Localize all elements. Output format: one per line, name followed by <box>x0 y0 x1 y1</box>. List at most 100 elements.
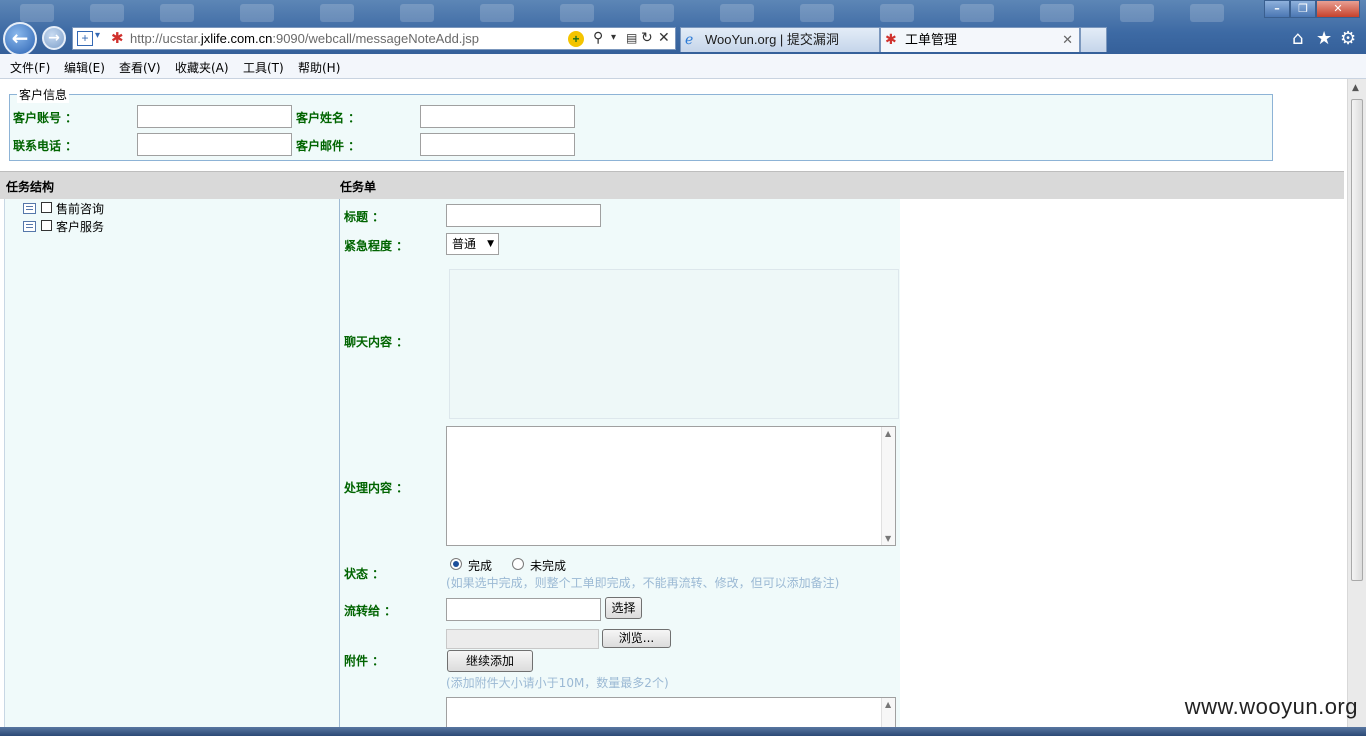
site-favicon-icon: ✱ <box>111 30 124 47</box>
window-controls: – ❐ ✕ <box>1264 0 1360 18</box>
minimize-button[interactable]: – <box>1264 0 1290 18</box>
background-thumbnail <box>1120 4 1154 22</box>
page-content: 客户信息 客户账号 ： 客户姓名 ： 联系电话 ： 客户邮件 ： 任务结构 任务… <box>0 79 1347 727</box>
favorites-star-icon[interactable]: ★ <box>1316 28 1332 49</box>
status-undone-radio[interactable] <box>512 558 524 570</box>
status-done-label: 完成 <box>468 559 493 573</box>
tab-label: WooYun.org | 提交漏洞 <box>705 32 839 47</box>
scroll-up-icon[interactable]: ▲ <box>1352 83 1359 93</box>
background-thumbnail <box>1040 4 1074 22</box>
status-done-radio[interactable] <box>450 558 462 570</box>
dropdown-arrow-icon[interactable]: ▾ <box>95 30 100 41</box>
textarea-scrollbar[interactable]: ▲ ▼ <box>881 427 895 545</box>
maximize-button[interactable]: ❐ <box>1290 0 1316 18</box>
task-structure-header: 任务结构 <box>6 180 55 194</box>
tree-checkbox[interactable] <box>41 220 52 231</box>
close-tab-icon[interactable]: ✕ <box>1062 28 1073 51</box>
windows-taskbar <box>0 727 1366 736</box>
customer-info-legend: 客户信息 <box>17 86 70 103</box>
browse-button[interactable]: 浏览... <box>602 629 671 648</box>
stop-icon[interactable]: ✕ <box>658 29 670 46</box>
process-content-textarea[interactable]: ▲ ▼ <box>446 426 896 546</box>
task-form-header: 任务单 <box>340 180 377 194</box>
chat-content-area <box>449 269 899 419</box>
section-header-bar: 任务结构 任务单 <box>0 171 1344 199</box>
attachment-path-input[interactable] <box>446 629 599 649</box>
contact-phone-label: 联系电话 ： <box>13 139 78 153</box>
background-thumbnail <box>20 4 54 22</box>
menu-edit[interactable]: 编辑(E) <box>64 59 105 76</box>
background-thumbnail <box>960 4 994 22</box>
tab-wooyun[interactable]: ℯ WooYun.org | 提交漏洞 <box>680 27 880 52</box>
task-form-panel: 标题 ： 紧急程度 ： 普通 ▼ 聊天内容 ： 处理内容 ： ▲ ▼ 状态 ： … <box>340 199 900 727</box>
menu-bar: 文件(F) 编辑(E) 查看(V) 收藏夹(A) 工具(T) 帮助(H) <box>0 54 1366 79</box>
home-icon[interactable]: ⌂ <box>1292 28 1303 49</box>
urgency-value: 普通 <box>452 237 477 251</box>
settings-gear-icon[interactable]: ⚙ <box>1340 28 1356 49</box>
menu-help[interactable]: 帮助(H) <box>298 59 340 76</box>
tree-item-label: 售前咨询 <box>56 202 105 216</box>
browser-titlebar: – ❐ ✕ ← → + ▾ ✱ http://ucstar.jxlife.com… <box>0 0 1366 56</box>
chevron-down-icon: ▼ <box>487 239 494 249</box>
refresh-icon[interactable]: ↻ <box>641 29 653 46</box>
url-text[interactable]: http://ucstar.jxlife.com.cn:9090/webcall… <box>130 31 479 46</box>
urgency-select[interactable]: 普通 ▼ <box>446 233 499 255</box>
new-tab-icon[interactable]: + <box>77 31 93 46</box>
customer-email-label: 客户邮件 ： <box>296 139 361 153</box>
menu-favorites[interactable]: 收藏夹(A) <box>175 59 229 76</box>
background-thumbnail <box>800 4 834 22</box>
watermark-text: www.wooyun.org <box>1184 694 1358 719</box>
compat-page-icon[interactable]: ▤ <box>626 31 637 45</box>
scroll-down-icon[interactable]: ▼ <box>885 534 891 543</box>
background-thumbnail <box>640 4 674 22</box>
menu-view[interactable]: 查看(V) <box>119 59 161 76</box>
customer-account-input[interactable] <box>137 105 292 128</box>
menu-tools[interactable]: 工具(T) <box>243 59 284 76</box>
scrollbar-thumb[interactable] <box>1351 99 1363 581</box>
transfer-label: 流转给 ： <box>344 604 397 618</box>
transfer-input[interactable] <box>446 598 601 621</box>
tree-node-icon <box>23 221 36 232</box>
background-thumbnail <box>90 4 124 22</box>
attachment-hint: (添加附件大小请小于10M，数量最多2个) <box>446 676 669 690</box>
select-button[interactable]: 选择 <box>605 597 642 619</box>
task-tree-panel: 售前咨询 客户服务 <box>4 199 340 727</box>
menu-file[interactable]: 文件(F) <box>10 59 50 76</box>
urgency-label: 紧急程度 ： <box>344 239 409 253</box>
background-thumbnail <box>560 4 594 22</box>
tab-label: 工单管理 <box>905 32 958 47</box>
address-bar[interactable]: + ▾ ✱ http://ucstar.jxlife.com.cn:9090/w… <box>72 27 676 50</box>
title-label: 标题 ： <box>344 210 385 224</box>
background-thumbnail <box>880 4 914 22</box>
tree-item-label: 客户服务 <box>56 220 105 234</box>
textarea-scrollbar[interactable]: ▲ <box>881 698 895 727</box>
status-hint: (如果选中完成，则整个工单即完成，不能再流转、修改，但可以添加备注) <box>446 576 840 590</box>
background-thumbnail <box>480 4 514 22</box>
customer-name-input[interactable] <box>420 105 575 128</box>
tree-checkbox[interactable] <box>41 202 52 213</box>
search-icon[interactable]: ⚲ <box>593 29 603 46</box>
forward-button[interactable]: → <box>42 26 66 50</box>
title-input[interactable] <box>446 204 601 227</box>
status-label: 状态 ： <box>344 567 385 581</box>
close-window-button[interactable]: ✕ <box>1316 0 1360 18</box>
back-button[interactable]: ← <box>3 22 37 56</box>
continue-add-button[interactable]: 继续添加 <box>447 650 533 672</box>
customer-account-label: 客户账号 ： <box>13 111 78 125</box>
attachment-label: 附件 ： <box>344 654 385 668</box>
tab-ticket-management[interactable]: ✱ 工单管理 ✕ <box>880 27 1080 52</box>
page-scrollbar[interactable]: ▲ <box>1347 79 1366 727</box>
process-content-label: 处理内容 ： <box>344 481 409 495</box>
status-undone-label: 未完成 <box>530 559 567 573</box>
contact-phone-input[interactable] <box>137 133 292 156</box>
scroll-up-icon[interactable]: ▲ <box>885 700 891 709</box>
background-thumbnail <box>720 4 754 22</box>
compatibility-view-icon[interactable]: + <box>568 31 584 47</box>
customer-email-input[interactable] <box>420 133 575 156</box>
search-dropdown-icon[interactable]: ▾ <box>611 32 616 43</box>
remark-textarea[interactable]: ▲ <box>446 697 896 727</box>
customer-name-label: 客户姓名 ： <box>296 111 361 125</box>
chat-content-label: 聊天内容 ： <box>344 335 409 349</box>
new-tab-button[interactable] <box>1080 27 1107 52</box>
scroll-up-icon[interactable]: ▲ <box>885 429 891 438</box>
